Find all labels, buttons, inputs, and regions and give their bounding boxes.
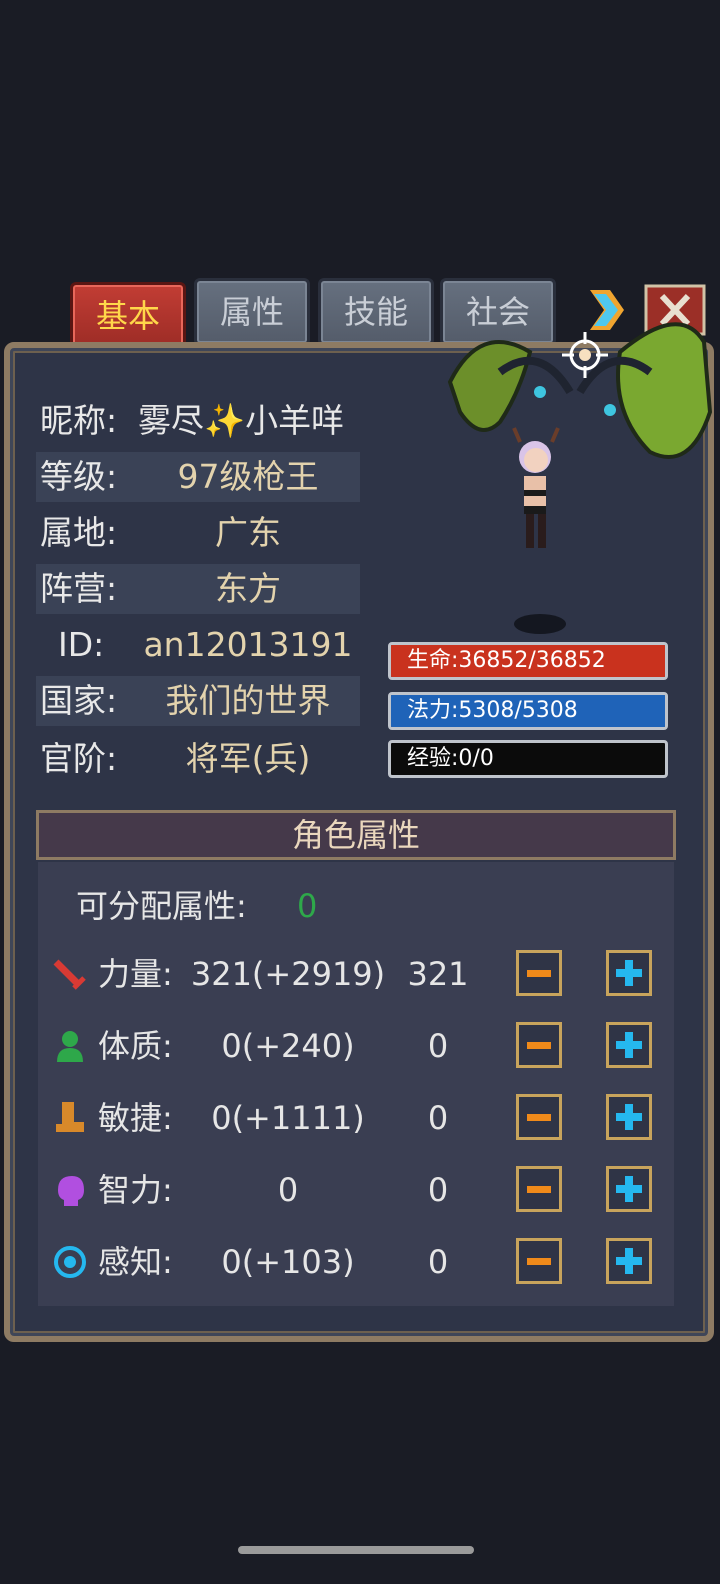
tab-basic-label: 基本 <box>95 297 160 335</box>
strength-plus-button[interactable] <box>606 950 652 996</box>
agility-plus-button[interactable] <box>606 1094 652 1140</box>
level-value: 97级枪王 <box>177 457 319 496</box>
mp-bar: 法力:5308/5308 <box>388 692 668 730</box>
attr-label: 智力: <box>98 1171 173 1209</box>
tab-attributes-label: 属性 <box>219 293 284 331</box>
character-sprite <box>440 262 714 642</box>
location-label: 属地: <box>40 513 118 552</box>
rank-label: 官阶: <box>40 739 118 778</box>
country-row: 国家: 我们的世界 <box>36 676 360 726</box>
attr-row-intelligence: 智力: 0 0 <box>38 1162 674 1218</box>
exp-bar: 经验:0/0 <box>388 740 668 778</box>
attr-label: 体质: <box>98 1027 173 1065</box>
country-value: 我们的世界 <box>165 681 331 720</box>
rank-row: 官阶: 将军(兵) <box>36 734 360 784</box>
intelligence-minus-button[interactable] <box>516 1166 562 1212</box>
intelligence-plus-button[interactable] <box>606 1166 652 1212</box>
nickname-label: 昵称: <box>40 401 118 440</box>
sword-icon <box>52 956 88 992</box>
mp-bar-text: 法力:5308/5308 <box>407 698 578 723</box>
tab-attributes[interactable]: 属性 <box>194 278 310 346</box>
attr-base: 0 <box>277 1171 299 1209</box>
id-value: an12013191 <box>143 625 353 664</box>
perception-plus-button[interactable] <box>606 1238 652 1284</box>
tab-skills[interactable]: 技能 <box>318 278 434 346</box>
location-row: 属地: 广东 <box>36 508 360 558</box>
free-points-value: 0 <box>296 887 318 925</box>
perception-minus-button[interactable] <box>516 1238 562 1284</box>
eye-ring-icon <box>52 1244 88 1280</box>
section-title: 角色属性 <box>36 810 676 860</box>
tab-skills-label: 技能 <box>343 293 408 331</box>
hp-bar-text: 生命:36852/36852 <box>407 648 606 673</box>
attr-base: 0(+1111) <box>211 1099 365 1137</box>
head-icon <box>52 1172 88 1208</box>
free-points-row: 可分配属性: 0 <box>76 878 317 934</box>
constitution-plus-button[interactable] <box>606 1022 652 1068</box>
attr-alloc: 0 <box>427 1243 449 1281</box>
boot-icon <box>52 1100 88 1136</box>
id-row: ID: an12013191 <box>36 620 360 670</box>
attr-row-strength: 力量: 321(+2919) 321 <box>38 946 674 1002</box>
attr-row-agility: 敏捷: 0(+1111) 0 <box>38 1090 674 1146</box>
rank-value: 将军(兵) <box>185 739 311 778</box>
attr-alloc: 0 <box>427 1171 449 1209</box>
hp-bar: 生命:36852/36852 <box>388 642 668 680</box>
section-title-text: 角色属性 <box>291 816 420 854</box>
person-icon <box>52 1028 88 1064</box>
agility-minus-button[interactable] <box>516 1094 562 1140</box>
level-row: 等级: 97级枪王 <box>36 452 360 502</box>
attr-base: 0(+103) <box>221 1243 355 1281</box>
target-reticle-icon <box>560 330 610 380</box>
attr-label: 感知: <box>98 1243 173 1281</box>
country-label: 国家: <box>40 681 118 720</box>
attr-alloc: 0 <box>427 1027 449 1065</box>
attr-label: 力量: <box>98 955 173 993</box>
faction-value: 东方 <box>215 569 281 608</box>
home-indicator[interactable] <box>238 1546 474 1554</box>
attribute-box: 可分配属性: 0 力量: 321(+2919) 321 体质: 0(+240) … <box>38 862 674 1306</box>
strength-minus-button[interactable] <box>516 950 562 996</box>
attr-base: 321(+2919) <box>190 955 386 993</box>
constitution-minus-button[interactable] <box>516 1022 562 1068</box>
attr-alloc: 0 <box>427 1099 449 1137</box>
nickname-value: 雾尽✨小羊咩 <box>138 401 345 440</box>
level-label: 等级: <box>40 457 118 496</box>
attr-base: 0(+240) <box>221 1027 355 1065</box>
free-points-label: 可分配属性: <box>76 887 247 925</box>
attr-alloc: 321 <box>407 955 469 993</box>
attr-label: 敏捷: <box>98 1099 173 1137</box>
faction-label: 阵营: <box>40 569 118 608</box>
id-label: ID: <box>58 625 105 664</box>
attr-row-perception: 感知: 0(+103) 0 <box>38 1234 674 1290</box>
faction-row: 阵营: 东方 <box>36 564 360 614</box>
nickname-row: 昵称: 雾尽✨小羊咩 <box>36 396 360 446</box>
location-value: 广东 <box>215 513 281 552</box>
exp-bar-text: 经验:0/0 <box>407 746 494 771</box>
attr-row-constitution: 体质: 0(+240) 0 <box>38 1018 674 1074</box>
